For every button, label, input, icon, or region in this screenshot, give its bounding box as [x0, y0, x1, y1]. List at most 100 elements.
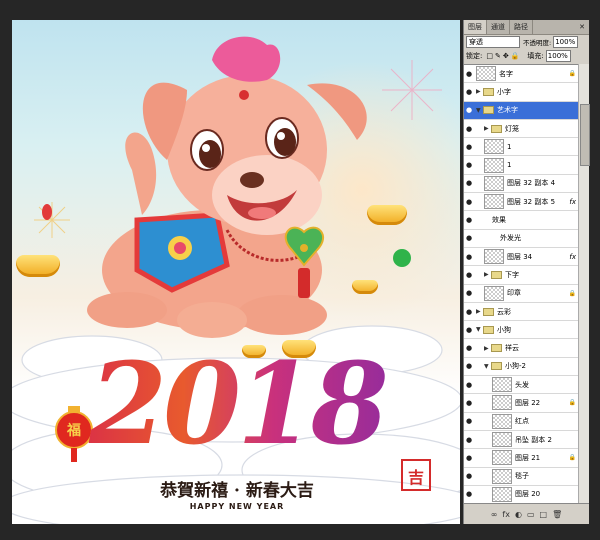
layer-row[interactable]: ● 1: [464, 156, 579, 175]
fx-icon[interactable]: fx: [569, 198, 576, 206]
layer-name: 小字: [497, 87, 511, 96]
scroll-thumb[interactable]: [580, 104, 590, 166]
layer-name: 图层 21: [515, 453, 541, 462]
folder-icon: [491, 124, 502, 133]
visibility-eye-icon[interactable]: ●: [464, 326, 474, 334]
expand-down-icon[interactable]: ▼: [476, 107, 483, 114]
expand-right-icon[interactable]: ▶: [484, 345, 491, 352]
photoshop-window: 2018 福 吉 恭賀新禧 · 新春大吉 HAPPY NEW YEAR 图层 通…: [0, 0, 600, 540]
expand-down-icon[interactable]: ▼: [484, 363, 491, 370]
layer-row[interactable]: ● 红点: [464, 413, 579, 431]
close-icon[interactable]: ✕: [575, 20, 589, 34]
visibility-eye-icon[interactable]: ●: [464, 253, 474, 261]
add-style-icon[interactable]: fx: [502, 510, 510, 519]
layer-group-row[interactable]: ● ▼ 小狗: [464, 321, 579, 340]
layer-row[interactable]: ● 名字 🔒: [464, 65, 579, 84]
visibility-eye-icon[interactable]: ●: [464, 308, 474, 316]
lock-icon: 🔒: [568, 70, 576, 78]
lock-icon: 🔒: [568, 454, 576, 462]
layer-thumbnail: [476, 66, 496, 82]
visibility-eye-icon[interactable]: ●: [464, 216, 474, 224]
visibility-eye-icon[interactable]: ●: [464, 417, 474, 425]
visibility-eye-icon[interactable]: ●: [464, 271, 474, 279]
opacity-label: 不透明度:: [523, 39, 552, 47]
visibility-eye-icon[interactable]: ●: [464, 198, 474, 206]
visibility-eye-icon[interactable]: ●: [464, 381, 474, 389]
expand-right-icon[interactable]: ▶: [484, 271, 491, 278]
new-layer-icon[interactable]: □: [540, 510, 548, 519]
document-canvas[interactable]: 2018 福 吉 恭賀新禧 · 新春大吉 HAPPY NEW YEAR: [12, 20, 460, 524]
layers-scrollbar[interactable]: [578, 64, 590, 504]
layer-row[interactable]: ● 吊坠 副本 2: [464, 431, 579, 450]
layer-effect-row[interactable]: ● 效果: [464, 211, 579, 230]
visibility-eye-icon[interactable]: ●: [464, 70, 474, 78]
layer-thumbnail: [484, 194, 504, 210]
new-group-icon[interactable]: ▭: [527, 510, 535, 519]
layer-name: 名字: [499, 69, 513, 78]
layer-effect-row[interactable]: ● 外发光: [464, 230, 579, 248]
tab-channels[interactable]: 通道: [487, 20, 510, 34]
visibility-eye-icon[interactable]: ●: [464, 289, 474, 297]
visibility-eye-icon[interactable]: ●: [464, 88, 474, 96]
expand-right-icon[interactable]: ▶: [476, 88, 483, 95]
layer-thumbnail: [484, 285, 504, 301]
visibility-eye-icon[interactable]: ●: [464, 234, 474, 242]
lock-row: 锁定: □✎✥🔒 填充: 100%: [464, 49, 589, 63]
visibility-eye-icon[interactable]: ●: [464, 490, 474, 498]
visibility-eye-icon[interactable]: ●: [464, 179, 474, 187]
layer-name: 印章: [507, 289, 521, 298]
layer-row[interactable]: ● 图层 22 🔒: [464, 394, 579, 413]
layer-group-row[interactable]: ● ▶ 灯笼: [464, 120, 579, 139]
adjustment-icon[interactable]: ◐: [515, 510, 522, 519]
visibility-eye-icon[interactable]: ●: [464, 344, 474, 352]
tab-layers[interactable]: 图层: [464, 20, 487, 34]
visibility-eye-icon[interactable]: ●: [464, 362, 474, 370]
layer-group-row[interactable]: ● ▶ 小字: [464, 83, 579, 102]
layer-name: 小狗-2: [505, 362, 526, 371]
folder-icon: [483, 87, 494, 96]
layer-row[interactable]: ● 头发: [464, 376, 579, 395]
visibility-eye-icon[interactable]: ●: [464, 472, 474, 480]
layer-name: 1: [507, 142, 512, 151]
layer-row[interactable]: ● 图层 21 🔒: [464, 449, 579, 468]
trash-icon[interactable]: 🗑: [552, 510, 562, 519]
blend-mode-select[interactable]: 穿透: [466, 36, 520, 48]
layer-group-row[interactable]: ● ▶ 祥云: [464, 339, 579, 358]
visibility-eye-icon[interactable]: ●: [464, 143, 474, 151]
layer-name: 图层 32 副本 5: [507, 197, 556, 206]
blend-row: 穿透 不透明度: 100%: [464, 35, 589, 49]
layer-group-row[interactable]: ● ▼ 小狗-2: [464, 358, 579, 377]
visibility-eye-icon[interactable]: ●: [464, 106, 474, 114]
layer-row[interactable]: ● 毯子: [464, 468, 579, 486]
layer-row[interactable]: ● 图层 20: [464, 486, 579, 504]
layer-group-row[interactable]: ● ▶ 下字: [464, 266, 579, 285]
opacity-input[interactable]: 100%: [553, 36, 579, 48]
expand-right-icon[interactable]: ▶: [476, 308, 483, 315]
layer-row[interactable]: ● 图层 34 fx: [464, 248, 579, 267]
link-layers-icon[interactable]: ∞: [491, 510, 498, 519]
layers-panel: 图层 通道 路径 ✕ 穿透 不透明度: 100% 锁定: □✎✥🔒 填充: 10…: [463, 20, 590, 524]
lock-options-icons[interactable]: □✎✥🔒: [486, 52, 521, 60]
layer-row[interactable]: ● 图层 32 副本 4: [464, 175, 579, 194]
layer-group-row[interactable]: ● ▶ 云彩: [464, 303, 579, 322]
layer-row[interactable]: ● 图层 32 副本 5 fx: [464, 193, 579, 212]
lock-icon: 🔒: [568, 399, 576, 407]
visibility-eye-icon[interactable]: ●: [464, 454, 474, 462]
layer-row[interactable]: ● 1: [464, 138, 579, 157]
visibility-eye-icon[interactable]: ●: [464, 161, 474, 169]
visibility-eye-icon[interactable]: ●: [464, 125, 474, 133]
layer-group-row[interactable]: ● ▼ 艺术字: [464, 101, 579, 120]
fx-icon[interactable]: fx: [569, 253, 576, 261]
visibility-eye-icon[interactable]: ●: [464, 436, 474, 444]
layer-name: 毯子: [515, 472, 529, 481]
tab-paths[interactable]: 路径: [510, 20, 533, 34]
visibility-eye-icon[interactable]: ●: [464, 399, 474, 407]
layer-thumbnail: [492, 432, 512, 448]
fill-input[interactable]: 100%: [545, 50, 571, 62]
expand-right-icon[interactable]: ▶: [484, 125, 491, 132]
expand-down-icon[interactable]: ▼: [476, 326, 483, 333]
layer-thumbnail: [492, 468, 512, 484]
gold-ingot: [367, 205, 407, 225]
layer-thumbnail: [492, 450, 512, 466]
layer-row[interactable]: ● 印章 🔒: [464, 285, 579, 303]
